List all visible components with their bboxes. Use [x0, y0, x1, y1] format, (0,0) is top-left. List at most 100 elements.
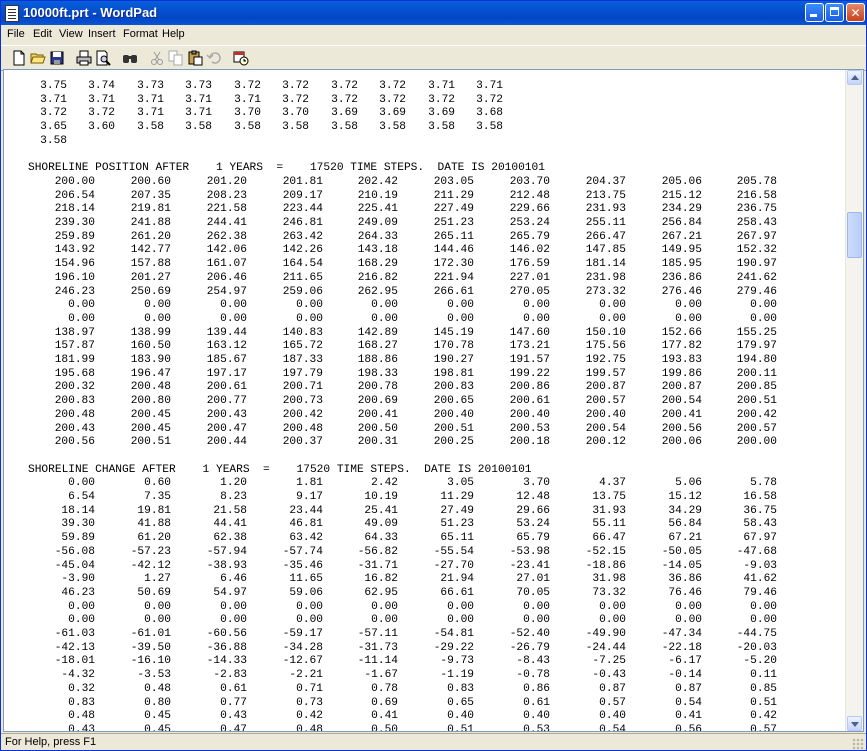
title-bar[interactable]: 10000ft.prt - WordPad ✕	[1, 1, 866, 25]
scroll-down-button[interactable]	[847, 716, 862, 731]
table-cell: -57.94	[206, 545, 247, 558]
table-cell: 0.78	[371, 682, 398, 695]
cut-icon[interactable]	[149, 50, 165, 66]
open-folder-icon[interactable]	[30, 50, 46, 66]
menu-help[interactable]: Help	[162, 28, 185, 40]
table-cell: 79.46	[743, 586, 777, 599]
table-cell: -57.74	[282, 545, 323, 558]
table-cell: 185.67	[206, 354, 247, 366]
table-cell: 181.99	[54, 354, 95, 366]
copy-icon[interactable]	[168, 50, 184, 66]
table-cell: 200.31	[357, 436, 398, 449]
menu-view[interactable]: View	[59, 28, 83, 40]
table-cell: 3.58	[428, 121, 455, 134]
change-data-row: 46.23 50.69 54.97 59.06 62.95 66.61 70.05 73.32…	[4, 587, 844, 601]
table-cell: 193.83	[661, 354, 702, 366]
table-cell: 3.65	[40, 121, 67, 134]
table-cell: 3.73	[137, 80, 164, 92]
scroll-up-button[interactable]	[847, 70, 862, 85]
scroll-thumb[interactable]	[847, 212, 862, 258]
table-cell: 200.41	[661, 408, 702, 421]
table-cell: 200.43	[54, 422, 95, 435]
table-cell: 265.11	[433, 230, 474, 243]
table-cell: 200.50	[357, 422, 398, 435]
table-cell: 0.00	[523, 312, 550, 325]
table-cell: 197.79	[282, 367, 323, 380]
table-cell: 198.33	[357, 367, 398, 380]
table-cell: 0.00	[144, 600, 171, 613]
table-cell: 191.57	[509, 354, 550, 366]
menu-edit[interactable]: Edit	[33, 28, 52, 40]
table-cell: 250.69	[130, 285, 171, 298]
position-data-row: 157.87 160.50 163.12 165.72 168.27 170.78 173.…	[4, 340, 844, 354]
save-icon[interactable]	[49, 50, 65, 66]
menu-file[interactable]: File	[7, 28, 25, 40]
print-preview-icon[interactable]	[95, 50, 111, 66]
position-data-row: 206.54 207.35 208.23 209.17 210.19 211.29 212.…	[4, 190, 844, 204]
table-cell: 0.00	[599, 614, 626, 627]
table-cell: 34.29	[668, 504, 702, 517]
table-cell: 3.72	[379, 80, 406, 92]
document-area[interactable]: 3.75 3.74 3.73 3.73 3.72 3.72 3.72 3.72 3.71 3.71…	[3, 69, 864, 732]
table-cell: 200.48	[282, 422, 323, 435]
table-cell: 267.97	[736, 230, 777, 243]
table-cell: 3.71	[88, 93, 115, 106]
table-cell: 65.79	[516, 532, 550, 545]
resize-grip-icon[interactable]	[852, 738, 864, 750]
table-cell: 25.41	[364, 504, 398, 517]
table-cell: -42.12	[130, 559, 171, 572]
table-cell: 200.47	[206, 422, 247, 435]
status-text: For Help, press F1	[5, 736, 97, 748]
table-cell: 0.41	[675, 710, 702, 723]
find-icon[interactable]	[122, 50, 138, 66]
maximize-button[interactable]	[825, 3, 844, 22]
position-data-row: 0.00 0.00 0.00 0.00 0.00 0.00 0.00 0.00 0.00 0.00	[4, 313, 844, 327]
table-cell: 0.00	[599, 312, 626, 325]
table-cell: 0.32	[68, 682, 95, 695]
date-time-icon[interactable]	[233, 50, 249, 66]
close-button[interactable]: ✕	[846, 3, 865, 22]
table-cell: 51.23	[440, 518, 474, 531]
table-cell: 179.97	[736, 340, 777, 353]
table-cell: 59.89	[61, 532, 95, 545]
table-cell: 23.44	[289, 504, 323, 517]
table-cell: 0.48	[68, 710, 95, 723]
table-cell: -44.75	[736, 628, 777, 640]
document-text[interactable]: 3.75 3.74 3.73 3.73 3.72 3.72 3.72 3.72 3.71 3.71…	[4, 70, 847, 731]
table-cell: 3.72	[40, 107, 67, 120]
table-cell: 16.82	[364, 573, 398, 586]
table-cell: 177.82	[661, 340, 702, 353]
change-data-row: -45.04 -42.12 -38.93 -35.46 -31.71 -27.70 -23.…	[4, 560, 844, 574]
table-cell: 0.00	[144, 312, 171, 325]
table-cell: 3.69	[331, 107, 358, 120]
print-icon[interactable]	[76, 50, 92, 66]
table-cell: 3.72	[428, 93, 455, 106]
table-cell: 200.00	[54, 175, 95, 188]
table-cell: 200.12	[585, 436, 626, 449]
table-cell: -27.70	[433, 559, 474, 572]
shoreline-change-header: SHORELINE CHANGE AFTER 1 YEARS = 17520 T…	[28, 463, 532, 476]
menu-insert[interactable]: Insert	[88, 28, 116, 40]
table-cell: 203.05	[433, 175, 474, 188]
wordpad-app-icon[interactable]	[5, 5, 19, 22]
table-cell: 0.00	[220, 299, 247, 312]
table-cell: 187.33	[282, 354, 323, 366]
table-cell: 201.81	[282, 175, 323, 188]
table-cell: 31.98	[592, 573, 626, 586]
table-cell: 3.73	[185, 80, 212, 92]
undo-icon[interactable]	[206, 50, 222, 66]
menu-format[interactable]: Format	[123, 28, 158, 40]
table-cell: 200.48	[130, 381, 171, 394]
minimize-button[interactable]	[805, 3, 824, 22]
table-cell: 56.84	[668, 518, 702, 531]
position-data-row: 218.14 219.81 221.58 223.44 225.41 227.49 229.…	[4, 203, 844, 217]
new-document-icon[interactable]	[11, 50, 27, 66]
paste-icon[interactable]	[187, 50, 203, 66]
vertical-scrollbar[interactable]	[845, 70, 863, 731]
table-cell: 41.62	[743, 573, 777, 586]
table-cell: -45.04	[54, 559, 95, 572]
table-cell: -0.14	[668, 669, 702, 682]
table-cell: 219.81	[130, 203, 171, 216]
table-cell: 200.32	[54, 381, 95, 394]
table-cell: 3.72	[331, 80, 358, 92]
